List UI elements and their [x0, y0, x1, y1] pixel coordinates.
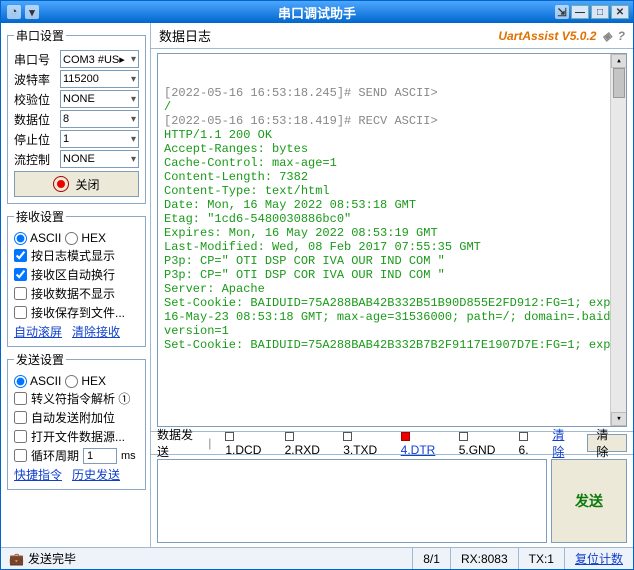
quickcmd-link[interactable]: 快捷指令 [14, 468, 62, 482]
send-ascii-radio[interactable]: ASCII [14, 374, 61, 388]
stop-label: 停止位 [14, 131, 56, 148]
loop-period-input[interactable]: 1 [83, 448, 117, 464]
send-header: 数据发送 | 1.DCD 2.RXD 3.TXD 4.DTR 5.GND 6. … [151, 431, 633, 455]
pin-dcd[interactable]: 1.DCD [219, 427, 274, 459]
recv-opt-logmode[interactable]: 按日志模式显示 [14, 247, 139, 264]
log-line: version=1 [164, 324, 620, 338]
log-header: 数据日志 UartAssist V5.0.2 ◈ ? [151, 23, 633, 49]
log-area[interactable]: [2022-05-16 16:53:18.245]# SEND ASCII>/[… [157, 53, 627, 427]
history-link[interactable]: 历史发送 [72, 468, 120, 482]
log-line: Content-Type: text/html [164, 184, 620, 198]
window-title: 串口调试助手 [278, 3, 356, 22]
log-line: HTTP/1.1 200 OK [164, 128, 620, 142]
log-line: Accept-Ranges: bytes [164, 142, 620, 156]
log-line: Cache-Control: max-age=1 [164, 156, 620, 170]
stop-combo[interactable]: 1 [60, 130, 139, 148]
clear-top-link[interactable]: 清除 [552, 426, 574, 460]
log-line: Server: Apache [164, 282, 620, 296]
log-line: Set-Cookie: BAIDUID=75A288BAB42B332B51B9… [164, 296, 620, 310]
recv-ascii-radio[interactable]: ASCII [14, 231, 61, 245]
flow-combo[interactable]: NONE [60, 150, 139, 168]
send-input[interactable] [157, 459, 547, 543]
reset-counter-link[interactable]: 复位计数 [564, 548, 633, 569]
recv-settings-group: 接收设置 ASCII HEX 按日志模式显示 接收区自动换行 接收数据不显示 接… [7, 208, 146, 347]
log-line: / [164, 100, 620, 114]
status-ready: 发送完毕 [28, 550, 76, 567]
log-line: Expires: Mon, 16 May 2022 08:53:19 GMT [164, 226, 620, 240]
data-label: 数据位 [14, 111, 56, 128]
title-bar[interactable]: ◔ ▾ 串口调试助手 ⇲ — □ ✕ [1, 1, 633, 23]
log-scrollbar[interactable]: ▴ ▾ [610, 54, 626, 426]
right-panel: 数据日志 UartAssist V5.0.2 ◈ ? [2022-05-16 1… [151, 23, 633, 547]
parity-combo[interactable]: NONE [60, 90, 139, 108]
send-settings-legend: 发送设置 [14, 351, 66, 368]
maximize-button[interactable]: □ [591, 5, 609, 19]
app-window: ◔ ▾ 串口调试助手 ⇲ — □ ✕ 串口设置 串口号COM3 #US▸ 波特率… [0, 0, 634, 570]
send-settings-group: 发送设置 ASCII HEX 转义符指令解析 ① 自动发送附加位 打开文件数据源… [7, 351, 146, 490]
recv-hex-radio[interactable]: HEX [65, 231, 106, 245]
log-line: Etag: "1cd6-5480030886bc0" [164, 212, 620, 226]
log-line: 16-May-23 08:53:18 GMT; max-age=31536000… [164, 310, 620, 324]
recv-opt-savefile[interactable]: 接收保存到文件... [14, 304, 139, 321]
pin-rxd[interactable]: 2.RXD [279, 427, 334, 459]
app-icon: ◔ [7, 5, 21, 19]
status-rx: RX:8083 [450, 548, 518, 569]
log-line: [2022-05-16 16:53:18.245]# SEND ASCII> [164, 86, 620, 100]
log-line: [2022-05-16 16:53:18.419]# RECV ASCII> [164, 114, 620, 128]
version-label: UartAssist V5.0.2 [498, 29, 596, 43]
help-icon[interactable]: ? [618, 29, 625, 43]
send-opt-loop[interactable]: 循环周期 1 ms [14, 447, 139, 464]
send-button[interactable]: 发送 [551, 459, 627, 543]
scroll-thumb[interactable] [613, 68, 625, 98]
status-bar: 💼 发送完毕 8/1 RX:8083 TX:1 复位计数 [1, 547, 633, 569]
left-panel: 串口设置 串口号COM3 #US▸ 波特率115200 校验位NONE 数据位8… [1, 23, 151, 547]
status-ratio: 8/1 [412, 548, 450, 569]
log-line: Date: Mon, 16 May 2022 08:53:18 GMT [164, 198, 620, 212]
minimize-button[interactable]: — [571, 5, 589, 19]
port-combo[interactable]: COM3 #US▸ [60, 50, 139, 68]
send-opt-openfile[interactable]: 打开文件数据源... [14, 428, 139, 445]
recv-opt-hide[interactable]: 接收数据不显示 [14, 285, 139, 302]
baud-combo[interactable]: 115200 [60, 70, 139, 88]
diamond-icon[interactable]: ◈ [602, 29, 611, 43]
pin-gnd[interactable]: 5.GND [453, 427, 509, 459]
log-line: Set-Cookie: BAIDUID=75A288BAB42B332B7B2F… [164, 338, 620, 352]
clear-recv-link[interactable]: 清除接收 [72, 325, 120, 339]
send-hex-radio[interactable]: HEX [65, 374, 106, 388]
status-tx: TX:1 [518, 548, 564, 569]
port-settings-group: 串口设置 串口号COM3 #US▸ 波特率115200 校验位NONE 数据位8… [7, 27, 146, 204]
log-line: P3p: CP=" OTI DSP COR IVA OUR IND COM " [164, 268, 620, 282]
ready-icon: 💼 [9, 552, 24, 566]
send-opt-escape[interactable]: 转义符指令解析 ① [14, 390, 139, 407]
close-window-button[interactable]: ✕ [611, 5, 629, 19]
recv-settings-legend: 接收设置 [14, 208, 66, 225]
flow-label: 流控制 [14, 151, 56, 168]
pin-txd[interactable]: 3.TXD [337, 427, 390, 459]
baud-label: 波特率 [14, 71, 56, 88]
dropdown-icon[interactable]: ▾ [25, 5, 39, 19]
autoscroll-link[interactable]: 自动滚屏 [14, 325, 62, 339]
recv-opt-autowrap[interactable]: 接收区自动换行 [14, 266, 139, 283]
clear-send-button[interactable]: 清除 [587, 434, 627, 452]
scroll-down-icon[interactable]: ▾ [611, 412, 627, 426]
close-port-label: 关闭 [75, 176, 99, 193]
port-label: 串口号 [14, 51, 56, 68]
scroll-up-icon[interactable]: ▴ [611, 54, 627, 68]
log-line: P3p: CP=" OTI DSP COR IVA OUR IND COM " [164, 254, 620, 268]
status-dot-icon [53, 176, 69, 192]
port-settings-legend: 串口设置 [14, 27, 66, 44]
pin-dtr[interactable]: 4.DTR [395, 427, 449, 459]
pin-six[interactable]: 6. [513, 427, 545, 459]
data-combo[interactable]: 8 [60, 110, 139, 128]
send-title: 数据发送 [157, 426, 200, 460]
log-line: Last-Modified: Wed, 08 Feb 2017 07:55:35… [164, 240, 620, 254]
close-port-button[interactable]: 关闭 [14, 171, 139, 197]
log-line: Content-Length: 7382 [164, 170, 620, 184]
log-title: 数据日志 [159, 26, 211, 45]
send-opt-append[interactable]: 自动发送附加位 [14, 409, 139, 426]
parity-label: 校验位 [14, 91, 56, 108]
pin-icon[interactable]: ⇲ [555, 5, 569, 19]
